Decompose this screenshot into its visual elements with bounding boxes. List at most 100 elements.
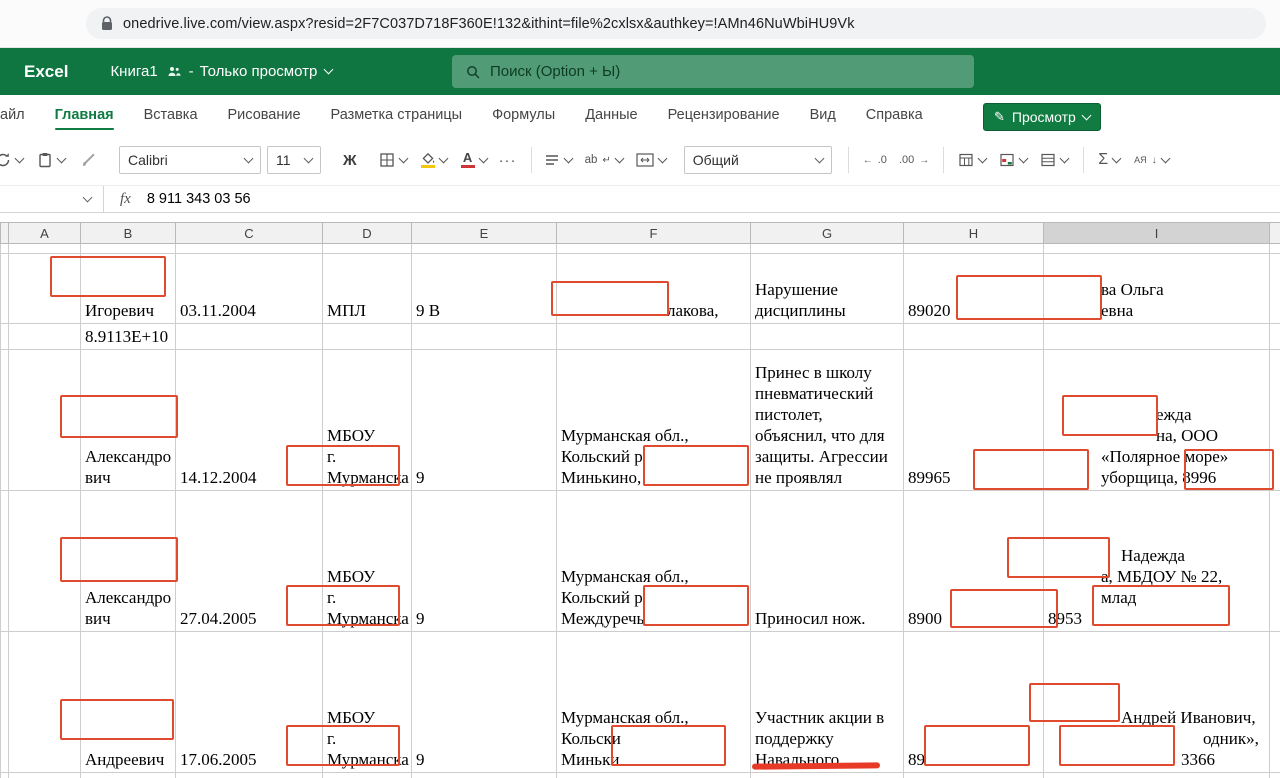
cell-r3-G[interactable]: Принес в школупневматическийпистолет,объ… — [751, 350, 904, 491]
format-as-table-button[interactable] — [958, 152, 986, 168]
workbook-name[interactable]: Книга1 — [110, 63, 157, 80]
cell[interactable] — [9, 244, 81, 254]
cell-r5-C[interactable]: 17.06.2005 — [176, 632, 323, 773]
cell-r4-G[interactable]: Приносил нож. — [751, 491, 904, 632]
column-header-A[interactable]: A — [9, 223, 81, 244]
tab-help[interactable]: Справка — [866, 95, 923, 135]
tab-home[interactable]: Главная — [55, 95, 114, 135]
cell-r5-I[interactable]: Андрей Иванович,одник»,3366 — [1044, 632, 1270, 773]
tab-data[interactable]: Данные — [585, 95, 637, 135]
cell[interactable] — [9, 773, 81, 778]
paste-button[interactable] — [37, 152, 65, 168]
wrap-text-button[interactable]: ab ↵ — [585, 154, 623, 166]
view-mode-button[interactable]: ✎ Просмотр — [983, 103, 1101, 131]
cell-r3-H[interactable]: 89965 — [904, 350, 1044, 491]
redo-button[interactable] — [0, 152, 23, 168]
cell[interactable] — [9, 254, 81, 324]
cell-r5-G[interactable]: Участник акции вподдержкуНавального — [751, 632, 904, 773]
cell[interactable] — [323, 244, 412, 254]
cell[interactable] — [1044, 773, 1270, 778]
cell[interactable] — [9, 324, 81, 350]
cell-r4-F[interactable]: Мурманская обл.,Кольский рМеждуречь — [557, 491, 751, 632]
cell-r1-I[interactable]: ва Ольгаевна — [1044, 254, 1270, 324]
cell-r5-B[interactable]: Андреевич — [81, 632, 176, 773]
cell[interactable] — [81, 244, 176, 254]
tab-file[interactable]: айл — [0, 95, 25, 135]
cell[interactable] — [557, 773, 751, 778]
search-input[interactable]: Поиск (Option + Ы) — [452, 55, 974, 88]
tab-draw[interactable]: Рисование — [228, 95, 301, 135]
cell[interactable] — [412, 244, 557, 254]
cell[interactable] — [1044, 244, 1270, 254]
cell[interactable] — [412, 773, 557, 778]
chevron-down-icon[interactable] — [324, 65, 334, 75]
cell[interactable] — [412, 324, 557, 350]
cell-r3-E[interactable]: 9 — [412, 350, 557, 491]
fill-color-button[interactable] — [421, 153, 447, 168]
column-header-B[interactable]: B — [81, 223, 176, 244]
increase-decimal-button[interactable]: ← .0 — [863, 154, 887, 166]
number-format-select[interactable]: Общий — [684, 146, 832, 174]
column-header-I[interactable]: I — [1044, 223, 1270, 244]
cell-r3-F[interactable]: Мурманская обл.,Кольский рМинькино, — [557, 350, 751, 491]
cell-r2-B[interactable]: 8.9113E+10 — [81, 324, 176, 350]
cell[interactable] — [323, 773, 412, 778]
tab-insert[interactable]: Вставка — [144, 95, 198, 135]
row-header[interactable] — [1, 350, 9, 491]
cell-r4-B[interactable]: Александрович — [81, 491, 176, 632]
cell-r1-F[interactable]: лакова, — [557, 254, 751, 324]
font-color-button[interactable]: А — [461, 152, 487, 168]
column-header-D[interactable]: D — [323, 223, 412, 244]
merge-cells-button[interactable] — [636, 153, 666, 167]
cell-r4-C[interactable]: 27.04.2005 — [176, 491, 323, 632]
cell[interactable] — [176, 773, 323, 778]
url-bar[interactable]: onedrive.live.com/view.aspx?resid=2F7C03… — [86, 8, 1266, 39]
row-header[interactable] — [1, 491, 9, 632]
cell[interactable] — [904, 244, 1044, 254]
cell-r1-G[interactable]: Нарушениедисциплины — [751, 254, 904, 324]
cell[interactable] — [9, 632, 81, 773]
cell-r4-I[interactable]: Надеждаа, МБДОУ № 22,млад8953 — [1044, 491, 1270, 632]
decrease-decimal-button[interactable]: .00 → — [899, 154, 929, 166]
column-header-G[interactable]: G — [751, 223, 904, 244]
select-all-corner[interactable] — [1, 223, 9, 244]
format-painter-button[interactable] — [81, 152, 97, 168]
column-header-C[interactable]: C — [176, 223, 323, 244]
view-mode-dropdown[interactable]: Только просмотр — [200, 63, 318, 80]
row-header[interactable] — [1, 324, 9, 350]
cell[interactable] — [9, 350, 81, 491]
cell[interactable] — [176, 324, 323, 350]
cell-r4-D[interactable]: МБОУг.Мурманска — [323, 491, 412, 632]
tab-formulas[interactable]: Формулы — [492, 95, 555, 135]
cell-r1-H[interactable]: 89020 — [904, 254, 1044, 324]
tab-view[interactable]: Вид — [810, 95, 836, 135]
font-size-select[interactable]: 11 — [267, 146, 321, 174]
cell-r5-D[interactable]: МБОУг.Мурманска — [323, 632, 412, 773]
alignment-button[interactable] — [544, 152, 572, 168]
row-header[interactable] — [1, 632, 9, 773]
column-header-E[interactable]: E — [412, 223, 557, 244]
cell-r3-I[interactable]: еждана, ООО«Полярное море»уборщица, 8996 — [1044, 350, 1270, 491]
row-header[interactable] — [1, 773, 9, 778]
cell-r5-F[interactable]: Мурманская обл.,КольскиМиньки — [557, 632, 751, 773]
row-header[interactable] — [1, 254, 9, 324]
cell-r4-H[interactable]: 8900 — [904, 491, 1044, 632]
more-formatting-button[interactable]: ··· — [499, 152, 517, 169]
cell-r3-B[interactable]: Александрович — [81, 350, 176, 491]
cell-r3-D[interactable]: МБОУг.Мурманска — [323, 350, 412, 491]
sort-filter-button[interactable]: АЯ ↓ — [1134, 155, 1169, 166]
cell[interactable] — [904, 773, 1044, 778]
column-header-H[interactable]: H — [904, 223, 1044, 244]
autosum-button[interactable]: Σ — [1098, 151, 1120, 169]
cell[interactable] — [81, 773, 176, 778]
cell[interactable] — [176, 244, 323, 254]
tab-review[interactable]: Рецензирование — [668, 95, 780, 135]
cell-r3-C[interactable]: 14.12.2004 — [176, 350, 323, 491]
tab-page-layout[interactable]: Разметка страницы — [331, 95, 463, 135]
cell-r4-E[interactable]: 9 — [412, 491, 557, 632]
row-header[interactable] — [1, 244, 9, 254]
cell-r1-D[interactable]: МПЛ — [323, 254, 412, 324]
cell-r5-E[interactable]: 9 — [412, 632, 557, 773]
cell[interactable] — [557, 324, 751, 350]
cell-r1-E[interactable]: 9 В — [412, 254, 557, 324]
